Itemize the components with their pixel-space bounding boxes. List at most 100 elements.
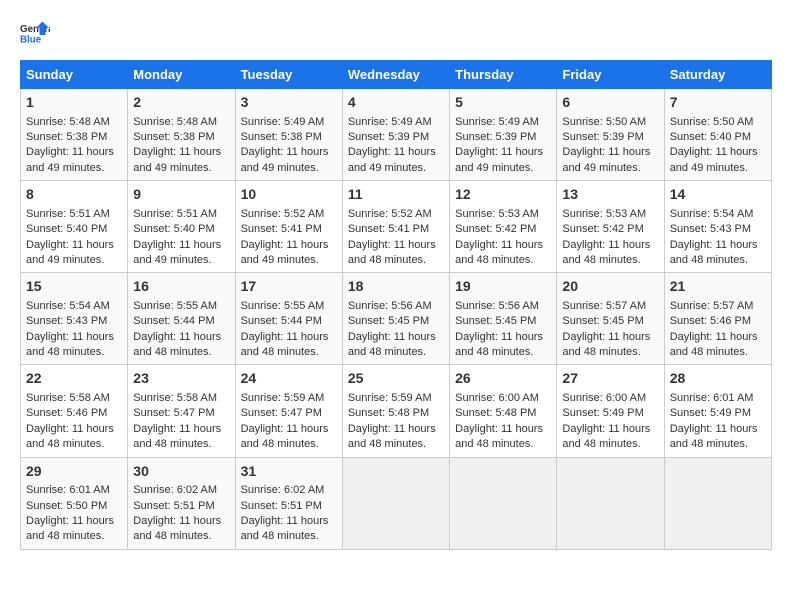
sunrise-label: Sunrise: 5:53 AM bbox=[562, 208, 646, 220]
day-number: 9 bbox=[133, 185, 229, 205]
day-number: 27 bbox=[562, 369, 658, 389]
daylight-minutes: and 48 minutes. bbox=[26, 346, 104, 358]
sunrise-label: Sunrise: 5:54 AM bbox=[26, 300, 110, 312]
daylight-minutes: and 48 minutes. bbox=[562, 346, 640, 358]
sunrise-label: Sunrise: 5:49 AM bbox=[241, 116, 325, 128]
daylight-label: Daylight: 11 hours bbox=[455, 331, 543, 343]
daylight-minutes: and 49 minutes. bbox=[670, 162, 748, 174]
column-header-saturday: Saturday bbox=[664, 61, 771, 89]
calendar-cell: 25Sunrise: 5:59 AMSunset: 5:48 PMDayligh… bbox=[342, 365, 449, 457]
day-number: 15 bbox=[26, 277, 122, 297]
column-header-thursday: Thursday bbox=[450, 61, 557, 89]
daylight-minutes: and 48 minutes. bbox=[26, 530, 104, 542]
daylight-label: Daylight: 11 hours bbox=[670, 423, 758, 435]
sunset-label: Sunset: 5:40 PM bbox=[26, 223, 107, 235]
daylight-label: Daylight: 11 hours bbox=[348, 146, 436, 158]
daylight-label: Daylight: 11 hours bbox=[241, 331, 329, 343]
daylight-label: Daylight: 11 hours bbox=[670, 331, 758, 343]
daylight-label: Daylight: 11 hours bbox=[241, 423, 329, 435]
sunset-label: Sunset: 5:51 PM bbox=[241, 500, 322, 512]
calendar-cell: 27Sunrise: 6:00 AMSunset: 5:49 PMDayligh… bbox=[557, 365, 664, 457]
daylight-minutes: and 49 minutes. bbox=[26, 254, 104, 266]
daylight-minutes: and 48 minutes. bbox=[348, 438, 426, 450]
sunrise-label: Sunrise: 5:49 AM bbox=[455, 116, 539, 128]
sunset-label: Sunset: 5:38 PM bbox=[26, 131, 107, 143]
calendar-cell: 26Sunrise: 6:00 AMSunset: 5:48 PMDayligh… bbox=[450, 365, 557, 457]
daylight-minutes: and 48 minutes. bbox=[348, 346, 426, 358]
sunset-label: Sunset: 5:46 PM bbox=[670, 315, 751, 327]
daylight-label: Daylight: 11 hours bbox=[133, 423, 221, 435]
daylight-minutes: and 48 minutes. bbox=[670, 438, 748, 450]
daylight-label: Daylight: 11 hours bbox=[26, 331, 114, 343]
calendar-cell: 11 Sunrise: 5:52 AM Sunset: 5:41 PM Dayligh… bbox=[342, 181, 449, 273]
day-number: 12 bbox=[455, 185, 551, 205]
week-row: 8Sunrise: 5:51 AMSunset: 5:40 PMDaylight… bbox=[21, 181, 772, 273]
sunrise-label: Sunrise: 6:00 AM bbox=[562, 392, 646, 404]
daylight-minutes: and 49 minutes. bbox=[562, 162, 640, 174]
sunset-label: Sunset: 5:45 PM bbox=[348, 315, 429, 327]
sunrise-label: Sunrise: 6:02 AM bbox=[241, 484, 325, 496]
daylight-label: Daylight: 11 hours bbox=[348, 423, 436, 435]
day-number: 11 bbox=[348, 185, 444, 205]
daylight-label: Daylight: 11 hours bbox=[26, 423, 114, 435]
daylight-minutes: and 48 minutes. bbox=[241, 438, 319, 450]
daylight-label: Daylight: 11 hours bbox=[348, 331, 436, 343]
page-header: GeneralBlue bbox=[20, 20, 772, 50]
sunset-label: Sunset: 5:44 PM bbox=[241, 315, 322, 327]
calendar-cell: 2Sunrise: 5:48 AMSunset: 5:38 PMDaylight… bbox=[128, 89, 235, 181]
day-number: 2 bbox=[133, 93, 229, 113]
calendar-cell: 5Sunrise: 5:49 AMSunset: 5:39 PMDaylight… bbox=[450, 89, 557, 181]
week-row: 29Sunrise: 6:01 AMSunset: 5:50 PMDayligh… bbox=[21, 457, 772, 549]
sunset-label: Sunset: 5:41 PM bbox=[241, 223, 322, 235]
sunrise-label: Sunrise: 5:50 AM bbox=[670, 116, 754, 128]
day-number: 14 bbox=[670, 185, 766, 205]
daylight-minutes: and 48 minutes. bbox=[455, 438, 533, 450]
sunrise-label: Sunrise: 5:58 AM bbox=[133, 392, 217, 404]
calendar-cell: 9Sunrise: 5:51 AMSunset: 5:40 PMDaylight… bbox=[128, 181, 235, 273]
day-number: 5 bbox=[455, 93, 551, 113]
sunset-label: Sunset: 5:45 PM bbox=[562, 315, 643, 327]
sunset-label: Sunset: 5:40 PM bbox=[133, 223, 214, 235]
daylight-minutes: and 48 minutes. bbox=[455, 346, 533, 358]
daylight-label: Daylight: 11 hours bbox=[670, 146, 758, 158]
calendar-table: SundayMondayTuesdayWednesdayThursdayFrid… bbox=[20, 60, 772, 550]
calendar-cell: 22Sunrise: 5:58 AMSunset: 5:46 PMDayligh… bbox=[21, 365, 128, 457]
daylight-label: Daylight: 11 hours bbox=[26, 515, 114, 527]
day-number: 1 bbox=[26, 93, 122, 113]
calendar-cell bbox=[342, 457, 449, 549]
header-row: SundayMondayTuesdayWednesdayThursdayFrid… bbox=[21, 61, 772, 89]
sunrise-label: Sunrise: 5:48 AM bbox=[133, 116, 217, 128]
daylight-label: Daylight: 11 hours bbox=[670, 239, 758, 251]
sunset-label: Sunset: 5:43 PM bbox=[26, 315, 107, 327]
day-number: 16 bbox=[133, 277, 229, 297]
calendar-cell: 13Sunrise: 5:53 AMSunset: 5:42 PMDayligh… bbox=[557, 181, 664, 273]
daylight-minutes: and 49 minutes. bbox=[241, 162, 319, 174]
sunrise-label: Sunrise: 5:55 AM bbox=[241, 300, 325, 312]
calendar-cell: 18Sunrise: 5:56 AMSunset: 5:45 PMDayligh… bbox=[342, 273, 449, 365]
daylight-minutes: and 48 minutes. bbox=[562, 254, 640, 266]
daylight-label: Daylight: 11 hours bbox=[348, 239, 436, 251]
daylight-label: Daylight: 11 hours bbox=[241, 515, 329, 527]
sunrise-label: Sunrise: 5:57 AM bbox=[562, 300, 646, 312]
calendar-cell bbox=[557, 457, 664, 549]
daylight-minutes: and 48 minutes. bbox=[241, 346, 319, 358]
sunset-label: Sunset: 5:41 PM bbox=[348, 223, 429, 235]
sunrise-label: Sunrise: 6:01 AM bbox=[670, 392, 754, 404]
sunrise-label: Sunrise: 5:49 AM bbox=[348, 116, 432, 128]
calendar-cell: 17Sunrise: 5:55 AMSunset: 5:44 PMDayligh… bbox=[235, 273, 342, 365]
sunset-label: Sunset: 5:42 PM bbox=[455, 223, 536, 235]
day-number: 30 bbox=[133, 462, 229, 482]
sunrise-label: Sunrise: 6:01 AM bbox=[26, 484, 110, 496]
sunset-label: Sunset: 5:44 PM bbox=[133, 315, 214, 327]
calendar-cell: 12Sunrise: 5:53 AMSunset: 5:42 PMDayligh… bbox=[450, 181, 557, 273]
day-number: 18 bbox=[348, 277, 444, 297]
calendar-cell: 3Sunrise: 5:49 AMSunset: 5:38 PMDaylight… bbox=[235, 89, 342, 181]
column-header-sunday: Sunday bbox=[21, 61, 128, 89]
calendar-cell: 16Sunrise: 5:55 AMSunset: 5:44 PMDayligh… bbox=[128, 273, 235, 365]
daylight-minutes: and 49 minutes. bbox=[348, 162, 426, 174]
daylight-label: Daylight: 11 hours bbox=[133, 239, 221, 251]
logo: GeneralBlue bbox=[20, 20, 50, 50]
week-row: 15 Sunrise: 5:54 AM Sunset: 5:43 PM Dayligh… bbox=[21, 273, 772, 365]
sunrise-label: Sunrise: 5:52 AM bbox=[348, 208, 432, 220]
daylight-minutes: and 48 minutes. bbox=[670, 346, 748, 358]
